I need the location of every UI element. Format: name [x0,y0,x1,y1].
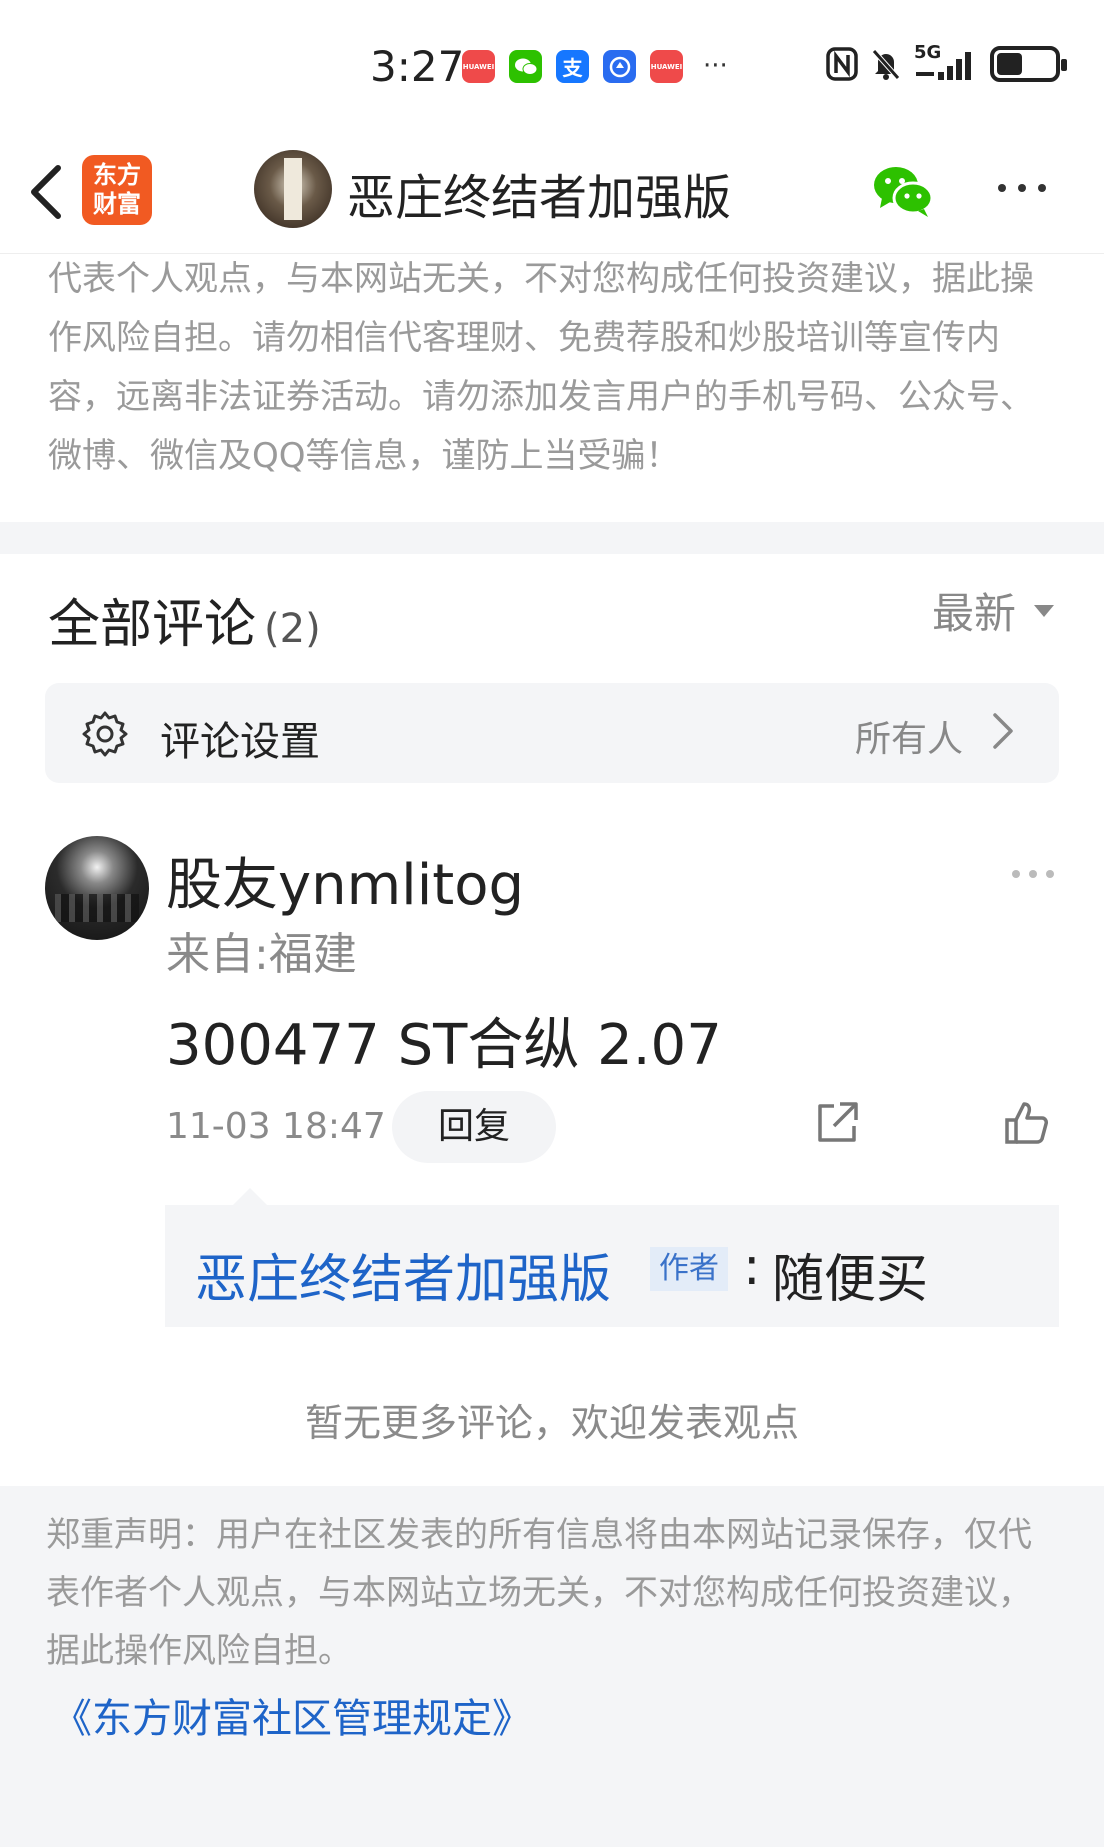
reply-author-name[interactable]: 恶庄终结者加强版 [195,1237,611,1312]
status-app-icons: HUAWEI 支 HUAWEI ··· [462,50,728,83]
community-rules-link[interactable]: 《东方财富社区管理规定》 [52,1686,532,1744]
author-badge: 作者 [650,1247,728,1291]
huawei-appgallery-icon: HUAWEI [650,50,683,83]
commenter-name[interactable]: 股友ynmlitog [166,840,524,921]
no-more-comments: 暂无更多评论，欢迎发表观点 [304,1401,799,1445]
comments-count: (2) [264,606,321,652]
reply-text: 随便买 [772,1250,929,1310]
reply-button[interactable]: 回复 [392,1091,556,1163]
mute-bell-icon [872,49,900,80]
thumbs-up-icon[interactable] [1004,1100,1050,1146]
blue-app-icon [603,50,636,83]
footer-disclaimer: 郑重声明：用户在社区发表的所有信息将由本网站记录保存，仅代表作者个人观点，与本网… [46,1515,1032,1671]
wechat-icon [509,50,542,83]
signal-icon: 5G [914,42,978,82]
author-reply: 恶庄终结者加强版 作者 : 随便买 [165,1205,1059,1327]
status-time: 3:27 [370,42,465,91]
commenter-location: 来自:福建 [166,929,357,980]
status-overflow: ··· [703,51,728,81]
comment-timestamp: 11-03 18:47 [166,1106,386,1147]
huawei-appgallery-icon: HUAWEI [462,50,495,83]
share-icon[interactable] [814,1100,860,1146]
sort-label: 最新 [932,589,1017,638]
alipay-icon: 支 [556,50,589,83]
more-options-icon[interactable] [998,184,1046,192]
risk-disclaimer: 代表个人观点，与本网站无关，不对您构成任何投资建议，据此操作风险自担。请勿相信代… [48,259,1034,476]
settings-value: 所有人 [855,719,964,760]
status-indicators: 5G [826,42,1067,82]
commenter-avatar[interactable] [45,836,149,940]
back-arrow-icon[interactable] [24,160,68,224]
battery-level [997,53,1022,75]
author-avatar[interactable] [254,150,332,228]
comment-settings-row[interactable]: 评论设置 所有人 [45,683,1059,783]
page-title: 恶庄终结者加强版 [347,170,732,226]
sort-dropdown[interactable]: 最新 [932,580,1055,641]
status-bar: 3:27 HUAWEI 支 HUAWEI ··· 5G [0,0,1104,130]
settings-label: 评论设置 [160,719,320,765]
dropdown-arrow-icon [1034,604,1055,617]
reply-colon: : [743,1237,761,1297]
wechat-share-icon[interactable] [872,164,934,218]
reply-caret [232,1188,268,1206]
comment-more-icon[interactable] [1012,870,1054,878]
eastmoney-logo[interactable]: 东方 财富 [82,155,152,225]
gear-icon [82,711,128,757]
comment-text: 300477 ST合纵 2.07 [166,1013,722,1078]
chevron-right-icon [993,713,1013,749]
comments-title: 全部评论 [48,595,257,655]
footer: 郑重声明：用户在社区发表的所有信息将由本网站记录保存，仅代表作者个人观点，与本网… [0,1486,1104,1847]
battery-icon [990,46,1067,82]
nfc-icon [826,47,858,81]
comments-header: 全部评论 (2) [48,582,321,657]
nav-bar: 东方 财富 恶庄终结者加强版 [0,130,1104,254]
section-divider [0,522,1104,554]
